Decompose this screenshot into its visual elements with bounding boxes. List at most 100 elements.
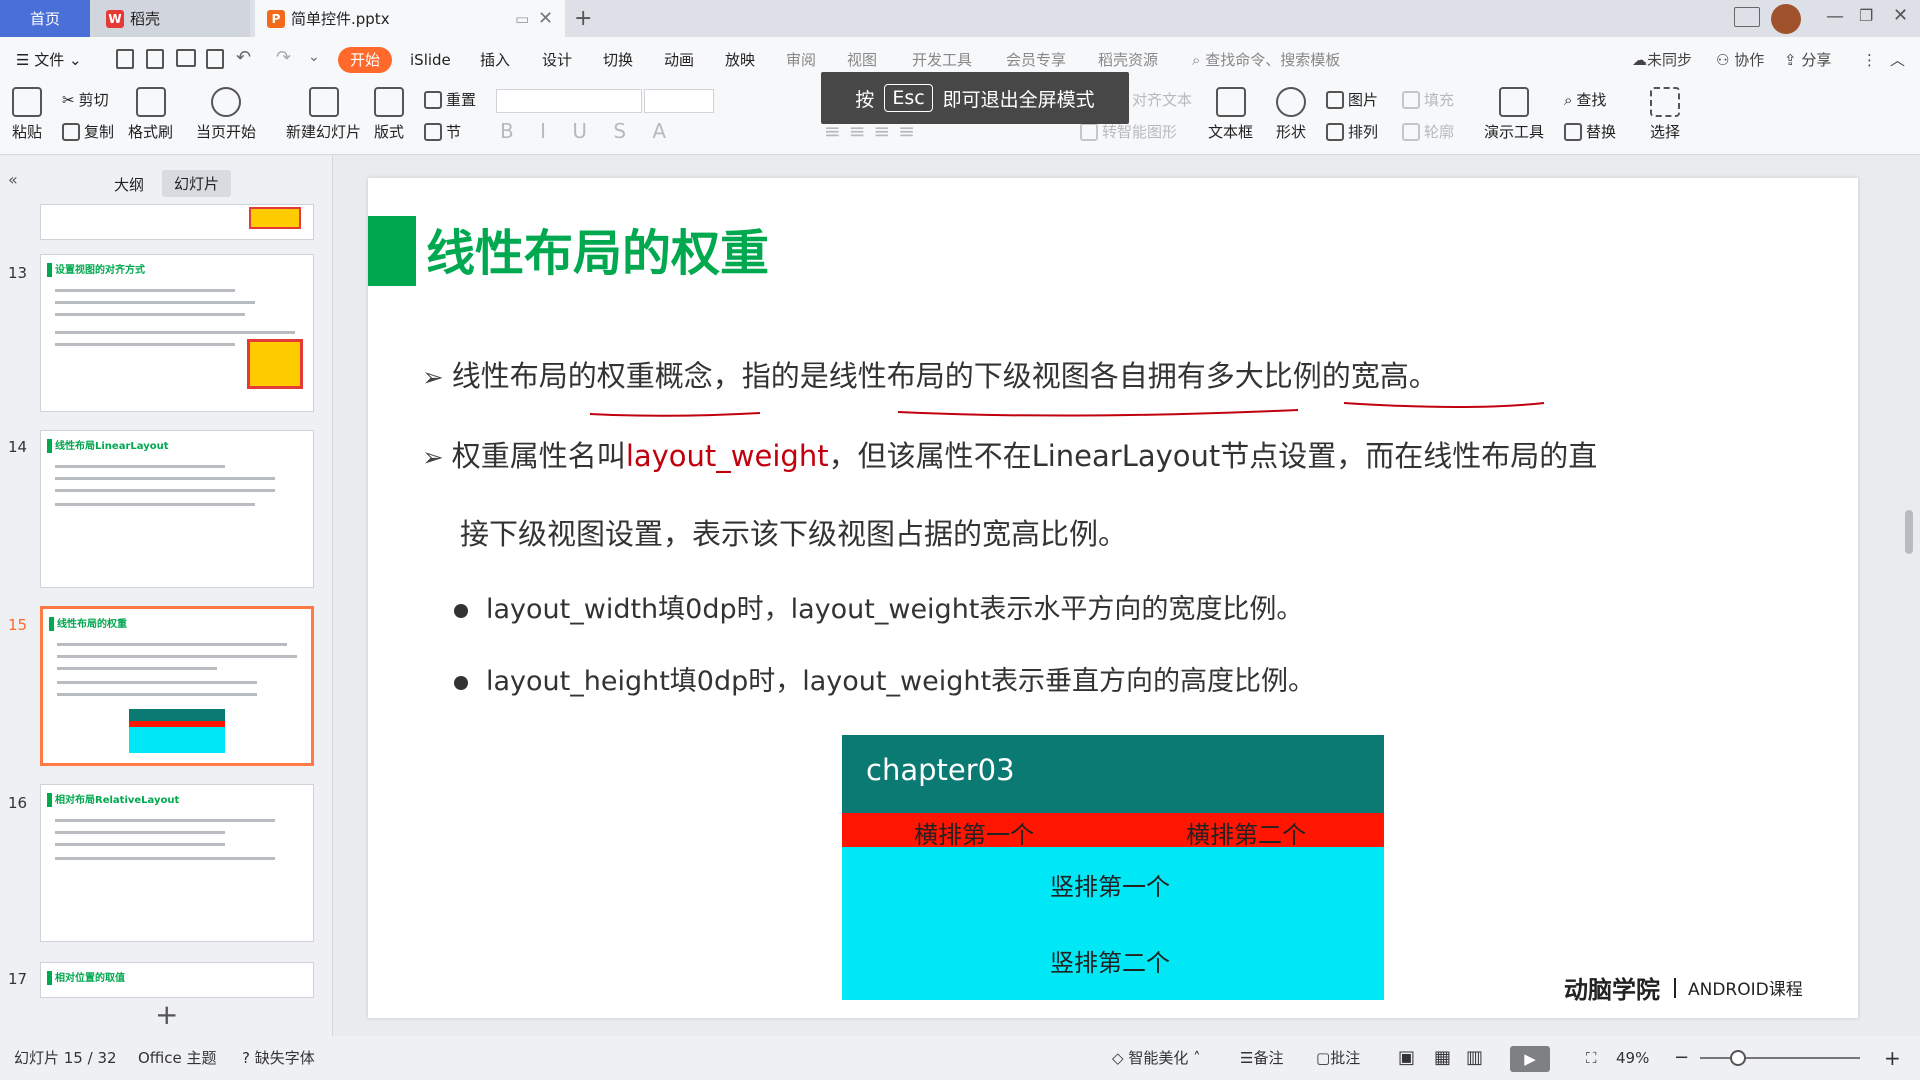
tab-slideshow[interactable]: 放映 bbox=[725, 37, 755, 83]
slide-thumb-13[interactable]: 设置视图的对齐方式 bbox=[40, 254, 314, 412]
vertical-scrollbar[interactable] bbox=[1904, 160, 1914, 1020]
sync-status[interactable]: ☁未同步 bbox=[1632, 37, 1692, 83]
play-from-current-button[interactable]: 当页开始 bbox=[196, 87, 256, 142]
collapse-ribbon-icon[interactable]: ︿ bbox=[1890, 37, 1905, 83]
slide-canvas[interactable]: 线性布局的权重 ➢ 线性布局的权重概念，指的是线性布局的下级视图各自拥有多大比例的… bbox=[368, 178, 1858, 1018]
play-from-current-label: 当页开始 bbox=[196, 123, 257, 141]
print-icon[interactable] bbox=[176, 49, 196, 67]
grid-view-icon[interactable]: ▦ bbox=[1434, 1036, 1451, 1080]
restore-icon[interactable]: ❐ bbox=[1859, 6, 1873, 25]
tab-pptx[interactable]: P 简单控件.pptx ▭ ✕ bbox=[255, 0, 565, 37]
zoom-slider[interactable] bbox=[1700, 1057, 1860, 1059]
thumb-text-line bbox=[55, 477, 275, 480]
share-button[interactable]: ⇪ 分享 bbox=[1784, 37, 1831, 83]
tab-docer-label: 稻壳 bbox=[130, 10, 161, 28]
format-painter-button[interactable]: 格式刷 bbox=[128, 87, 173, 142]
collab-label: 协作 bbox=[1734, 51, 1765, 69]
zoom-in-icon[interactable]: + bbox=[1884, 1036, 1901, 1080]
print-preview-icon[interactable] bbox=[206, 49, 224, 69]
normal-view-icon[interactable]: ▣ bbox=[1398, 1036, 1415, 1080]
picture-label: 图片 bbox=[1348, 91, 1379, 109]
scrollbar-thumb[interactable] bbox=[1905, 510, 1913, 554]
comments-button[interactable]: ▢批注 bbox=[1316, 1036, 1360, 1080]
tab-insert[interactable]: 插入 bbox=[480, 37, 510, 83]
tab-review[interactable]: 审阅 bbox=[786, 37, 816, 83]
zoom-out-icon[interactable]: − bbox=[1674, 1036, 1689, 1080]
picture-button[interactable]: 图片 bbox=[1326, 89, 1378, 110]
arrange-icon bbox=[1326, 122, 1344, 141]
slideshow-play-button[interactable]: ▶ bbox=[1510, 1046, 1550, 1072]
reading-view-icon[interactable]: ▥ bbox=[1466, 1036, 1483, 1080]
smart-shape-button[interactable]: 转智能图形 bbox=[1080, 121, 1177, 142]
section-button[interactable]: 节 bbox=[424, 121, 461, 142]
tab-outline[interactable]: 大纲 bbox=[114, 174, 144, 195]
beautify-button[interactable]: ◇ 智能美化 ˄ bbox=[1112, 1036, 1201, 1080]
paste-button[interactable]: 粘贴 bbox=[12, 87, 42, 142]
file-menu-label: 文件 bbox=[34, 51, 65, 69]
more-icon[interactable]: ⋮ bbox=[1862, 37, 1877, 83]
save-icon[interactable] bbox=[116, 49, 134, 69]
copy-button[interactable]: 复制 bbox=[62, 121, 114, 142]
collab-button[interactable]: ⚇ 协作 bbox=[1716, 37, 1764, 83]
reset-button[interactable]: 重置 bbox=[424, 89, 476, 110]
collapse-panel-icon[interactable]: « bbox=[8, 170, 18, 189]
command-search[interactable]: ⌕ 查找命令、搜索模板 bbox=[1192, 37, 1340, 83]
new-tab-button[interactable]: + bbox=[574, 0, 592, 37]
slide-thumb-12[interactable] bbox=[40, 204, 314, 240]
zoom-slider-handle[interactable] bbox=[1730, 1050, 1746, 1066]
bullet-2-continued: 接下级视图设置，表示该下级视图占据的宽高比例。 bbox=[460, 517, 1128, 551]
user-icon: ⚇ bbox=[1716, 51, 1730, 69]
new-slide-button[interactable]: 新建幻灯片 bbox=[286, 87, 361, 142]
avatar[interactable] bbox=[1771, 4, 1801, 34]
align-text-button[interactable]: 对齐文本 bbox=[1132, 89, 1192, 110]
file-menu[interactable]: ☰ 文件 ⌄ bbox=[16, 37, 82, 83]
replace-button[interactable]: 替换 bbox=[1564, 121, 1616, 142]
select-button[interactable]: 选择 bbox=[1650, 87, 1680, 142]
cut-label: 剪切 bbox=[78, 91, 109, 109]
shape-button[interactable]: 形状 bbox=[1276, 87, 1306, 142]
slide-thumb-15[interactable]: 线性布局的权重 bbox=[40, 606, 314, 766]
window-mode-icon[interactable] bbox=[1734, 7, 1760, 27]
layout-icon bbox=[374, 87, 404, 117]
close-tab-icon[interactable]: ✕ bbox=[538, 8, 553, 29]
tab-design[interactable]: 设计 bbox=[542, 37, 572, 83]
thumb-text-line bbox=[57, 655, 297, 658]
pin-icon[interactable]: ▭ bbox=[515, 10, 529, 28]
export-icon[interactable] bbox=[146, 49, 164, 69]
cut-button[interactable]: ✂ 剪切 bbox=[62, 89, 109, 110]
outline-button[interactable]: 轮廓 bbox=[1402, 121, 1454, 142]
brand-divider bbox=[1674, 977, 1676, 998]
tab-docer[interactable]: W 稻壳 bbox=[90, 0, 250, 37]
textbox-button[interactable]: 文本框 bbox=[1208, 87, 1253, 142]
tab-slides[interactable]: 幻灯片 bbox=[162, 170, 232, 197]
add-slide-button[interactable]: + bbox=[155, 998, 178, 1031]
bullet-2-pre: 权重属性名叫 bbox=[451, 439, 626, 473]
theme-name[interactable]: Office 主题 bbox=[138, 1036, 217, 1080]
arrange-button[interactable]: 排列 bbox=[1326, 121, 1378, 142]
font-size-select[interactable] bbox=[644, 89, 714, 113]
redo-icon[interactable]: ↷ bbox=[276, 47, 291, 68]
text-format-buttons[interactable]: B I U S A bbox=[500, 119, 676, 143]
tab-transition[interactable]: 切换 bbox=[603, 37, 633, 83]
slide-thumb-14[interactable]: 线性布局LinearLayout bbox=[40, 430, 314, 588]
fit-window-icon[interactable]: ⛶ bbox=[1586, 1036, 1597, 1080]
zoom-level[interactable]: 49% bbox=[1616, 1036, 1649, 1080]
missing-font-button[interactable]: ? 缺失字体 bbox=[242, 1036, 315, 1080]
undo-icon[interactable]: ↶ bbox=[236, 47, 251, 68]
fill-button[interactable]: 填充 bbox=[1402, 89, 1454, 110]
minimize-icon[interactable]: — bbox=[1826, 6, 1844, 27]
tab-start[interactable]: 开始 bbox=[338, 47, 393, 73]
layout-button[interactable]: 版式 bbox=[374, 87, 404, 142]
present-tools-button[interactable]: 演示工具 bbox=[1484, 87, 1544, 142]
notes-button[interactable]: ☰备注 bbox=[1240, 1036, 1283, 1080]
sub-bullet-1-text: layout_width填0dp时，layout_weight表示水平方向的宽度… bbox=[486, 594, 1304, 625]
close-window-icon[interactable]: ✕ bbox=[1893, 5, 1908, 26]
tab-animation[interactable]: 动画 bbox=[664, 37, 694, 83]
font-family-select[interactable] bbox=[496, 89, 642, 113]
tab-home[interactable]: 首页 bbox=[0, 0, 90, 37]
slide-thumb-17[interactable]: 相对位置的取值 bbox=[40, 962, 314, 998]
quick-access-chevron-icon[interactable]: ⌄ bbox=[308, 49, 320, 65]
find-button[interactable]: ⌕ 查找 bbox=[1564, 89, 1606, 110]
slide-thumb-16[interactable]: 相对布局RelativeLayout bbox=[40, 784, 314, 942]
tab-islide[interactable]: iSlide bbox=[410, 37, 451, 83]
